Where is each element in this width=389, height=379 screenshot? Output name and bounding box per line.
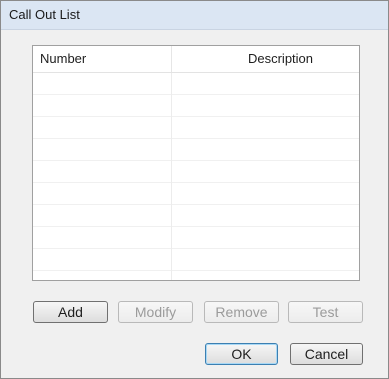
column-header-description[interactable]: Description (172, 46, 359, 72)
call-out-list-view[interactable]: Number Description (32, 45, 360, 281)
list-header: Number Description (33, 46, 359, 73)
empty-list-row (33, 249, 359, 271)
empty-list-row (33, 205, 359, 227)
empty-list-row (33, 161, 359, 183)
window-title: Call Out List (9, 7, 80, 22)
empty-list-row (33, 95, 359, 117)
title-bar[interactable]: Call Out List (1, 1, 388, 30)
empty-list-row (33, 227, 359, 249)
test-button[interactable]: Test (288, 301, 363, 323)
column-gridline (171, 73, 172, 280)
list-body[interactable] (33, 73, 359, 280)
cancel-button[interactable]: Cancel (290, 343, 363, 365)
add-button[interactable]: Add (33, 301, 108, 323)
empty-list-row (33, 117, 359, 139)
column-header-number[interactable]: Number (33, 46, 171, 72)
empty-list-row (33, 139, 359, 161)
empty-list-row (33, 73, 359, 95)
call-out-list-dialog: Call Out List Number Description Add Mod… (0, 0, 389, 379)
remove-button[interactable]: Remove (204, 301, 279, 323)
modify-button[interactable]: Modify (118, 301, 193, 323)
empty-list-row (33, 183, 359, 205)
ok-button[interactable]: OK (205, 343, 278, 365)
